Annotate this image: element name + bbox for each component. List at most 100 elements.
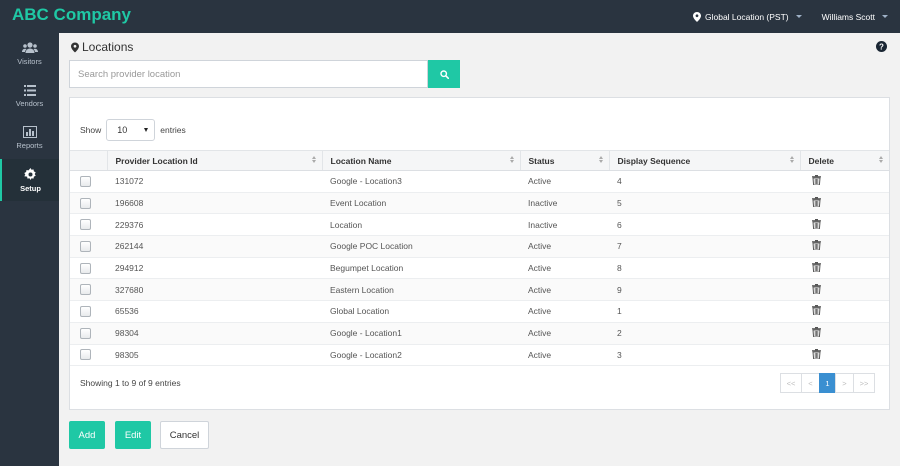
trash-icon[interactable] (812, 218, 821, 231)
cancel-button[interactable]: Cancel (160, 421, 209, 449)
column-header-provider-location-id[interactable]: Provider Location Id (107, 150, 323, 171)
display-sequence-cell: 8 (609, 257, 800, 280)
sidebar: Visitors Vendors Reports Setup (0, 33, 59, 466)
provider-location-id-cell: 65536 (107, 300, 322, 323)
select-column-header (70, 150, 108, 171)
pagination-prev-button[interactable]: < (801, 373, 820, 393)
search-button[interactable] (428, 60, 460, 88)
status-cell: Active (520, 257, 609, 280)
trash-icon[interactable] (812, 327, 821, 339)
row-select-cell (70, 235, 107, 258)
status-cell: Inactive (520, 213, 609, 237)
delete-cell (800, 257, 889, 280)
table-info: Showing 1 to 9 of 9 entries (80, 378, 181, 388)
row-checkbox[interactable] (80, 240, 91, 252)
sidebar-item-label: Setup (20, 183, 41, 193)
location-name-cell: Event Location (322, 192, 520, 215)
locations-table: Provider Location Id Location Name Statu… (70, 150, 889, 367)
row-select-cell (70, 278, 107, 302)
bar-chart-icon (22, 126, 37, 138)
column-header-status[interactable]: Status (520, 150, 610, 171)
column-header-location-name[interactable]: Location Name (322, 150, 521, 171)
top-right-menu: Global Location (PST) Williams Scott (693, 0, 888, 33)
location-selector[interactable]: Global Location (PST) (693, 11, 802, 22)
trash-icon[interactable] (812, 283, 821, 296)
entries-value: 10 (117, 125, 128, 135)
sidebar-item-label: Reports (16, 141, 43, 150)
search-input[interactable] (69, 60, 428, 88)
display-sequence-cell: 5 (609, 192, 800, 215)
table-row[interactable]: 98305 Google - Location2 Active 3 (70, 344, 889, 367)
table-row[interactable]: 65536 Global Location Active 1 (70, 300, 889, 323)
location-name-cell: Global Location (322, 300, 520, 323)
trash-icon[interactable] (812, 175, 821, 187)
sort-icon (598, 156, 603, 163)
row-checkbox[interactable] (80, 197, 91, 209)
location-name-cell: Google POC Location (322, 235, 520, 258)
status-cell: Active (520, 300, 609, 323)
row-checkbox[interactable] (80, 262, 91, 274)
row-checkbox[interactable] (80, 284, 91, 296)
location-name-cell: Google - Location2 (322, 344, 520, 367)
status-cell: Inactive (520, 192, 609, 215)
table-row[interactable]: 327680 Eastern Location Active 9 (70, 278, 889, 302)
help-icon[interactable]: ? (876, 41, 887, 52)
table-row[interactable]: 262144 Google POC Location Active 7 (70, 235, 889, 258)
location-name-cell: Location (322, 213, 520, 237)
edit-button[interactable]: Edit (115, 421, 151, 449)
sort-icon (509, 156, 514, 163)
search-bar (69, 60, 460, 88)
status-cell: Active (520, 278, 609, 302)
pagination: << < 1 > >> (780, 373, 875, 393)
entries-select[interactable]: 10 (106, 119, 156, 141)
table-row[interactable]: 98304 Google - Location1 Active 2 (70, 322, 889, 345)
table-row[interactable]: 131072 Google - Location3 Active 4 (70, 170, 889, 193)
column-header-delete[interactable]: Delete (800, 150, 889, 171)
sidebar-item-reports[interactable]: Reports (0, 117, 59, 159)
pagination-next-button[interactable]: > (835, 373, 854, 393)
pagination-page-button[interactable]: 1 (819, 373, 836, 393)
location-label: Global Location (PST) (705, 11, 789, 22)
provider-location-id-cell: 196608 (107, 192, 322, 215)
gear-icon (24, 167, 36, 180)
trash-icon[interactable] (812, 197, 821, 209)
pagination-last-button[interactable]: >> (853, 373, 875, 393)
row-checkbox[interactable] (80, 327, 91, 339)
row-select-cell (70, 213, 107, 237)
sort-icon (311, 156, 316, 163)
row-checkbox[interactable] (80, 349, 91, 361)
location-name-cell: Google - Location1 (322, 322, 520, 345)
map-pin-icon (693, 11, 701, 22)
sidebar-item-setup[interactable]: Setup (0, 159, 59, 201)
row-checkbox[interactable] (80, 305, 91, 317)
trash-icon[interactable] (812, 262, 821, 274)
trash-icon[interactable] (812, 348, 821, 361)
table-row[interactable]: 229376 Location Inactive 6 (70, 213, 889, 237)
trash-icon[interactable] (812, 240, 821, 252)
pagination-first-button[interactable]: << (780, 373, 802, 393)
provider-location-id-cell: 262144 (107, 235, 322, 258)
sidebar-item-visitors[interactable]: Visitors (0, 33, 59, 75)
users-icon (21, 42, 38, 53)
chevron-down-icon (144, 128, 149, 132)
row-checkbox[interactable] (80, 219, 91, 231)
trash-icon[interactable] (812, 305, 821, 317)
provider-location-id-cell: 327680 (107, 278, 322, 302)
sidebar-item-vendors[interactable]: Vendors (0, 75, 59, 117)
table-row[interactable]: 196608 Event Location Inactive 5 (70, 192, 889, 215)
column-header-display-sequence[interactable]: Display Sequence (609, 150, 801, 171)
row-select-cell (70, 322, 107, 345)
row-select-cell (70, 300, 107, 323)
locations-panel: Show 10 entries Provider Location Id Loc… (69, 97, 890, 410)
table-header-row: Provider Location Id Location Name Statu… (70, 150, 889, 171)
page-title: Locations (71, 40, 133, 54)
page-length-control: Show 10 entries (80, 119, 186, 141)
add-button[interactable]: Add (69, 421, 105, 449)
provider-location-id-cell: 229376 (107, 213, 322, 237)
table-row[interactable]: 294912 Begumpet Location Active 8 (70, 257, 889, 280)
sidebar-item-label: Visitors (17, 57, 42, 66)
user-menu[interactable]: Williams Scott (822, 12, 888, 22)
brand-logo[interactable]: ABC Company (12, 5, 131, 25)
row-select-cell (70, 192, 107, 215)
row-checkbox[interactable] (80, 175, 91, 187)
